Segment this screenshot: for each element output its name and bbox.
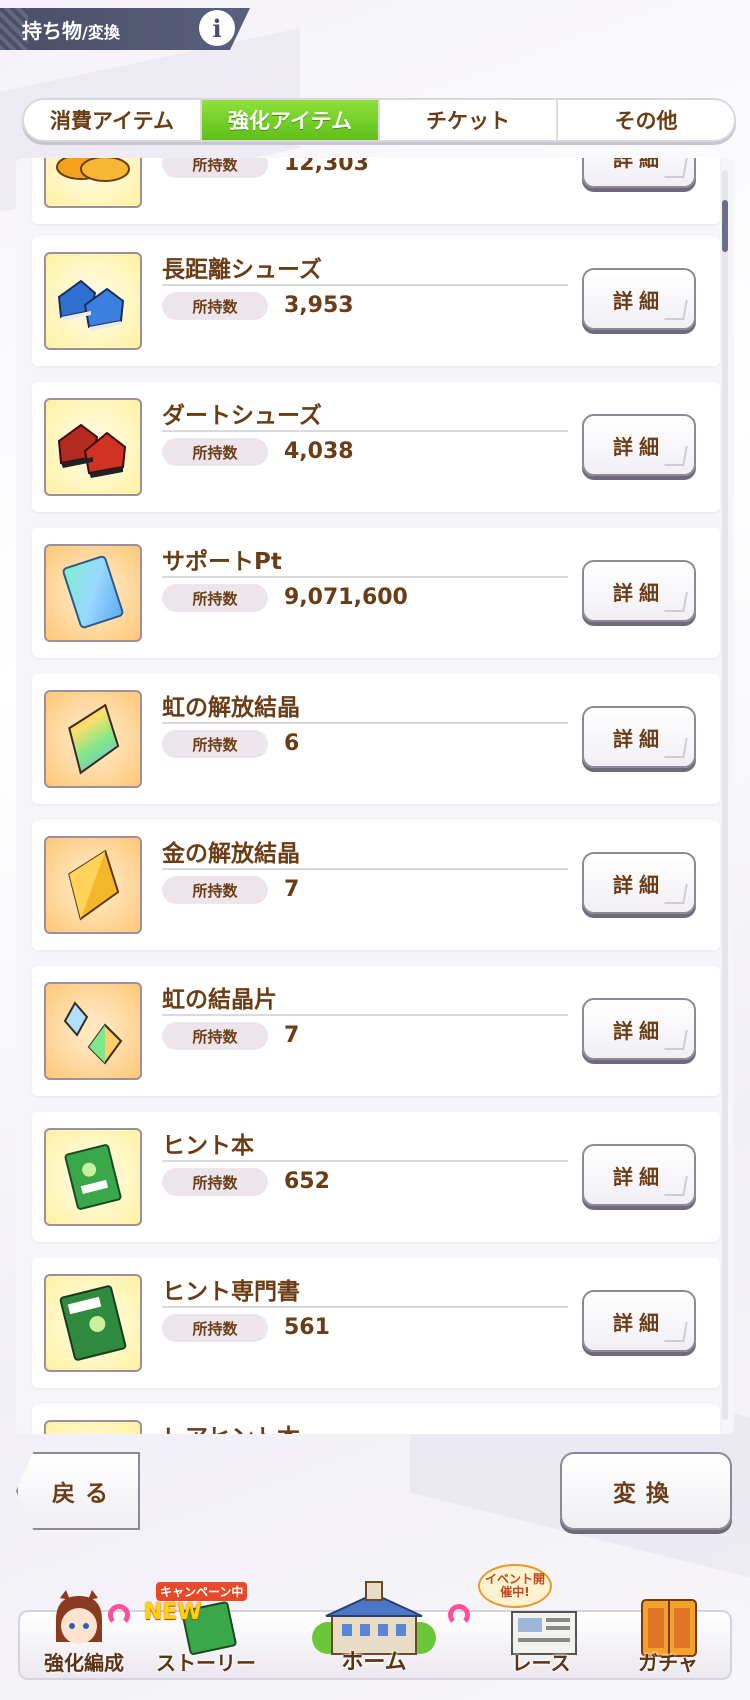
list-item: 虹の解放結晶 所持数 6 詳細 <box>32 674 720 804</box>
item-name: 虹の結晶片 <box>162 987 277 1013</box>
list-item: 長距離シューズ 所持数 3,953 詳細 <box>32 236 720 366</box>
scrollbar-thumb[interactable] <box>722 200 728 252</box>
list-item: サポートPt 所持数 9,071,600 詳細 <box>32 528 720 658</box>
detail-button[interactable]: 詳細 <box>582 268 696 330</box>
list-item: 所持数 12,303 詳細 <box>32 158 720 224</box>
divider <box>162 430 568 432</box>
nav-gacha[interactable]: ガチャ <box>606 1590 730 1690</box>
rainbow-crystal-icon <box>44 690 142 788</box>
support-pt-card-icon <box>44 544 142 642</box>
list-item: ヒント専門書 所持数 561 詳細 <box>32 1258 720 1388</box>
quantity-value: 3,953 <box>284 293 354 318</box>
nav-label: ストーリー <box>156 1651 256 1675</box>
nav-race[interactable]: イベント開催中! レース <box>476 1564 606 1690</box>
item-name: ヒント専門書 <box>162 1279 300 1305</box>
detail-button[interactable]: 詳細 <box>582 852 696 914</box>
detail-button[interactable]: 詳細 <box>582 158 696 188</box>
quantity-label: 所持数 <box>162 438 268 466</box>
nav-label: ガチャ <box>638 1651 698 1675</box>
quantity-value: 561 <box>284 1315 330 1340</box>
divider <box>162 1014 568 1016</box>
quantity-value: 652 <box>284 1169 330 1194</box>
event-badge: イベント開催中! <box>478 1564 552 1608</box>
shoes-red-icon <box>44 398 142 496</box>
list-item: 虹の結晶片 所持数 7 詳細 <box>32 966 720 1096</box>
nav-home[interactable]: ホーム <box>272 1581 476 1690</box>
item-name: ダートシューズ <box>162 403 322 429</box>
quantity-label: 所持数 <box>162 158 268 178</box>
list-item: ヒント本 所持数 652 詳細 <box>32 1112 720 1242</box>
tab-consumable-items[interactable]: 消費アイテム <box>24 100 202 140</box>
nav-label: 強化編成 <box>44 1651 124 1675</box>
divider <box>162 868 568 870</box>
quantity-value: 7 <box>284 1023 300 1048</box>
list-item: レアヒント本 <box>32 1404 720 1434</box>
tab-tickets[interactable]: チケット <box>380 100 558 140</box>
shoes-blue-icon <box>44 252 142 350</box>
scrollbar[interactable] <box>722 170 728 1420</box>
gold-crystal-icon <box>44 836 142 934</box>
info-button[interactable]: i <box>199 10 235 46</box>
tab-enhancement-items[interactable]: 強化アイテム <box>202 100 380 140</box>
rare-hint-book-icon <box>44 1420 142 1434</box>
divider <box>162 1160 568 1162</box>
hint-book-icon <box>44 1128 142 1226</box>
screen-title-sub: /変換 <box>82 22 120 42</box>
detail-button[interactable]: 詳細 <box>582 560 696 622</box>
divider <box>162 1306 568 1308</box>
detail-button[interactable]: 詳細 <box>582 414 696 476</box>
screen-title-main: 持ち物 <box>22 18 82 43</box>
detail-button[interactable]: 詳細 <box>582 706 696 768</box>
nav-story[interactable]: キャンペーン中 NEW ストーリー <box>144 1582 268 1690</box>
quantity-label: 所持数 <box>162 292 268 320</box>
divider <box>162 576 568 578</box>
item-name: 虹の解放結晶 <box>162 695 300 721</box>
list-item: 金の解放結晶 所持数 7 詳細 <box>32 820 720 950</box>
quantity-label: 所持数 <box>162 1168 268 1196</box>
item-name: 長距離シューズ <box>162 257 322 283</box>
horseshoe-icon <box>108 1604 130 1626</box>
convert-button[interactable]: 変換 <box>560 1452 732 1530</box>
campaign-badge: キャンペーン中 <box>156 1582 248 1601</box>
hint-specialist-book-icon <box>44 1274 142 1372</box>
detail-button[interactable]: 詳細 <box>582 998 696 1060</box>
quantity-label: 所持数 <box>162 876 268 904</box>
list-item: ダートシューズ 所持数 4,038 詳細 <box>32 382 720 512</box>
quantity-value: 4,038 <box>284 439 354 464</box>
tab-other[interactable]: その他 <box>558 100 734 140</box>
info-icon: i <box>212 13 222 43</box>
quantity-value: 9,071,600 <box>284 585 408 610</box>
category-tabs: 消費アイテム 強化アイテム チケット その他 <box>22 98 736 142</box>
quantity-value: 6 <box>284 731 300 756</box>
quantity-value: 12,303 <box>284 158 369 176</box>
item-name: レアヒント本 <box>162 1418 300 1434</box>
item-name: ヒント本 <box>162 1133 254 1159</box>
back-button[interactable]: 戻る <box>16 1452 140 1530</box>
quantity-label: 所持数 <box>162 584 268 612</box>
shoes-orange-icon <box>44 158 142 208</box>
nav-label: ホーム <box>341 1650 407 1675</box>
nav-enhance-formation[interactable]: 強化編成 <box>24 1590 144 1690</box>
quantity-label: 所持数 <box>162 1314 268 1342</box>
divider <box>162 722 568 724</box>
detail-button[interactable]: 詳細 <box>582 1144 696 1206</box>
rainbow-shards-icon <box>44 982 142 1080</box>
detail-button[interactable]: 詳細 <box>582 1290 696 1352</box>
horseshoe-icon <box>448 1604 470 1626</box>
item-name: 金の解放結晶 <box>162 841 300 867</box>
divider <box>162 284 568 286</box>
nav-label: レース <box>511 1651 571 1675</box>
quantity-label: 所持数 <box>162 730 268 758</box>
item-list[interactable]: 所持数 12,303 詳細 長距離シューズ 所持数 3,953 詳細 ダートシュ… <box>16 158 734 1434</box>
bottom-navigation: 強化編成 キャンペーン中 NEW ストーリー ホーム イベント開催中! レース … <box>0 1564 750 1700</box>
screen-title: 持ち物/変換 <box>22 15 120 44</box>
item-name: サポートPt <box>162 549 282 575</box>
new-badge: NEW <box>144 1600 202 1625</box>
quantity-label: 所持数 <box>162 1022 268 1050</box>
quantity-value: 7 <box>284 877 300 902</box>
